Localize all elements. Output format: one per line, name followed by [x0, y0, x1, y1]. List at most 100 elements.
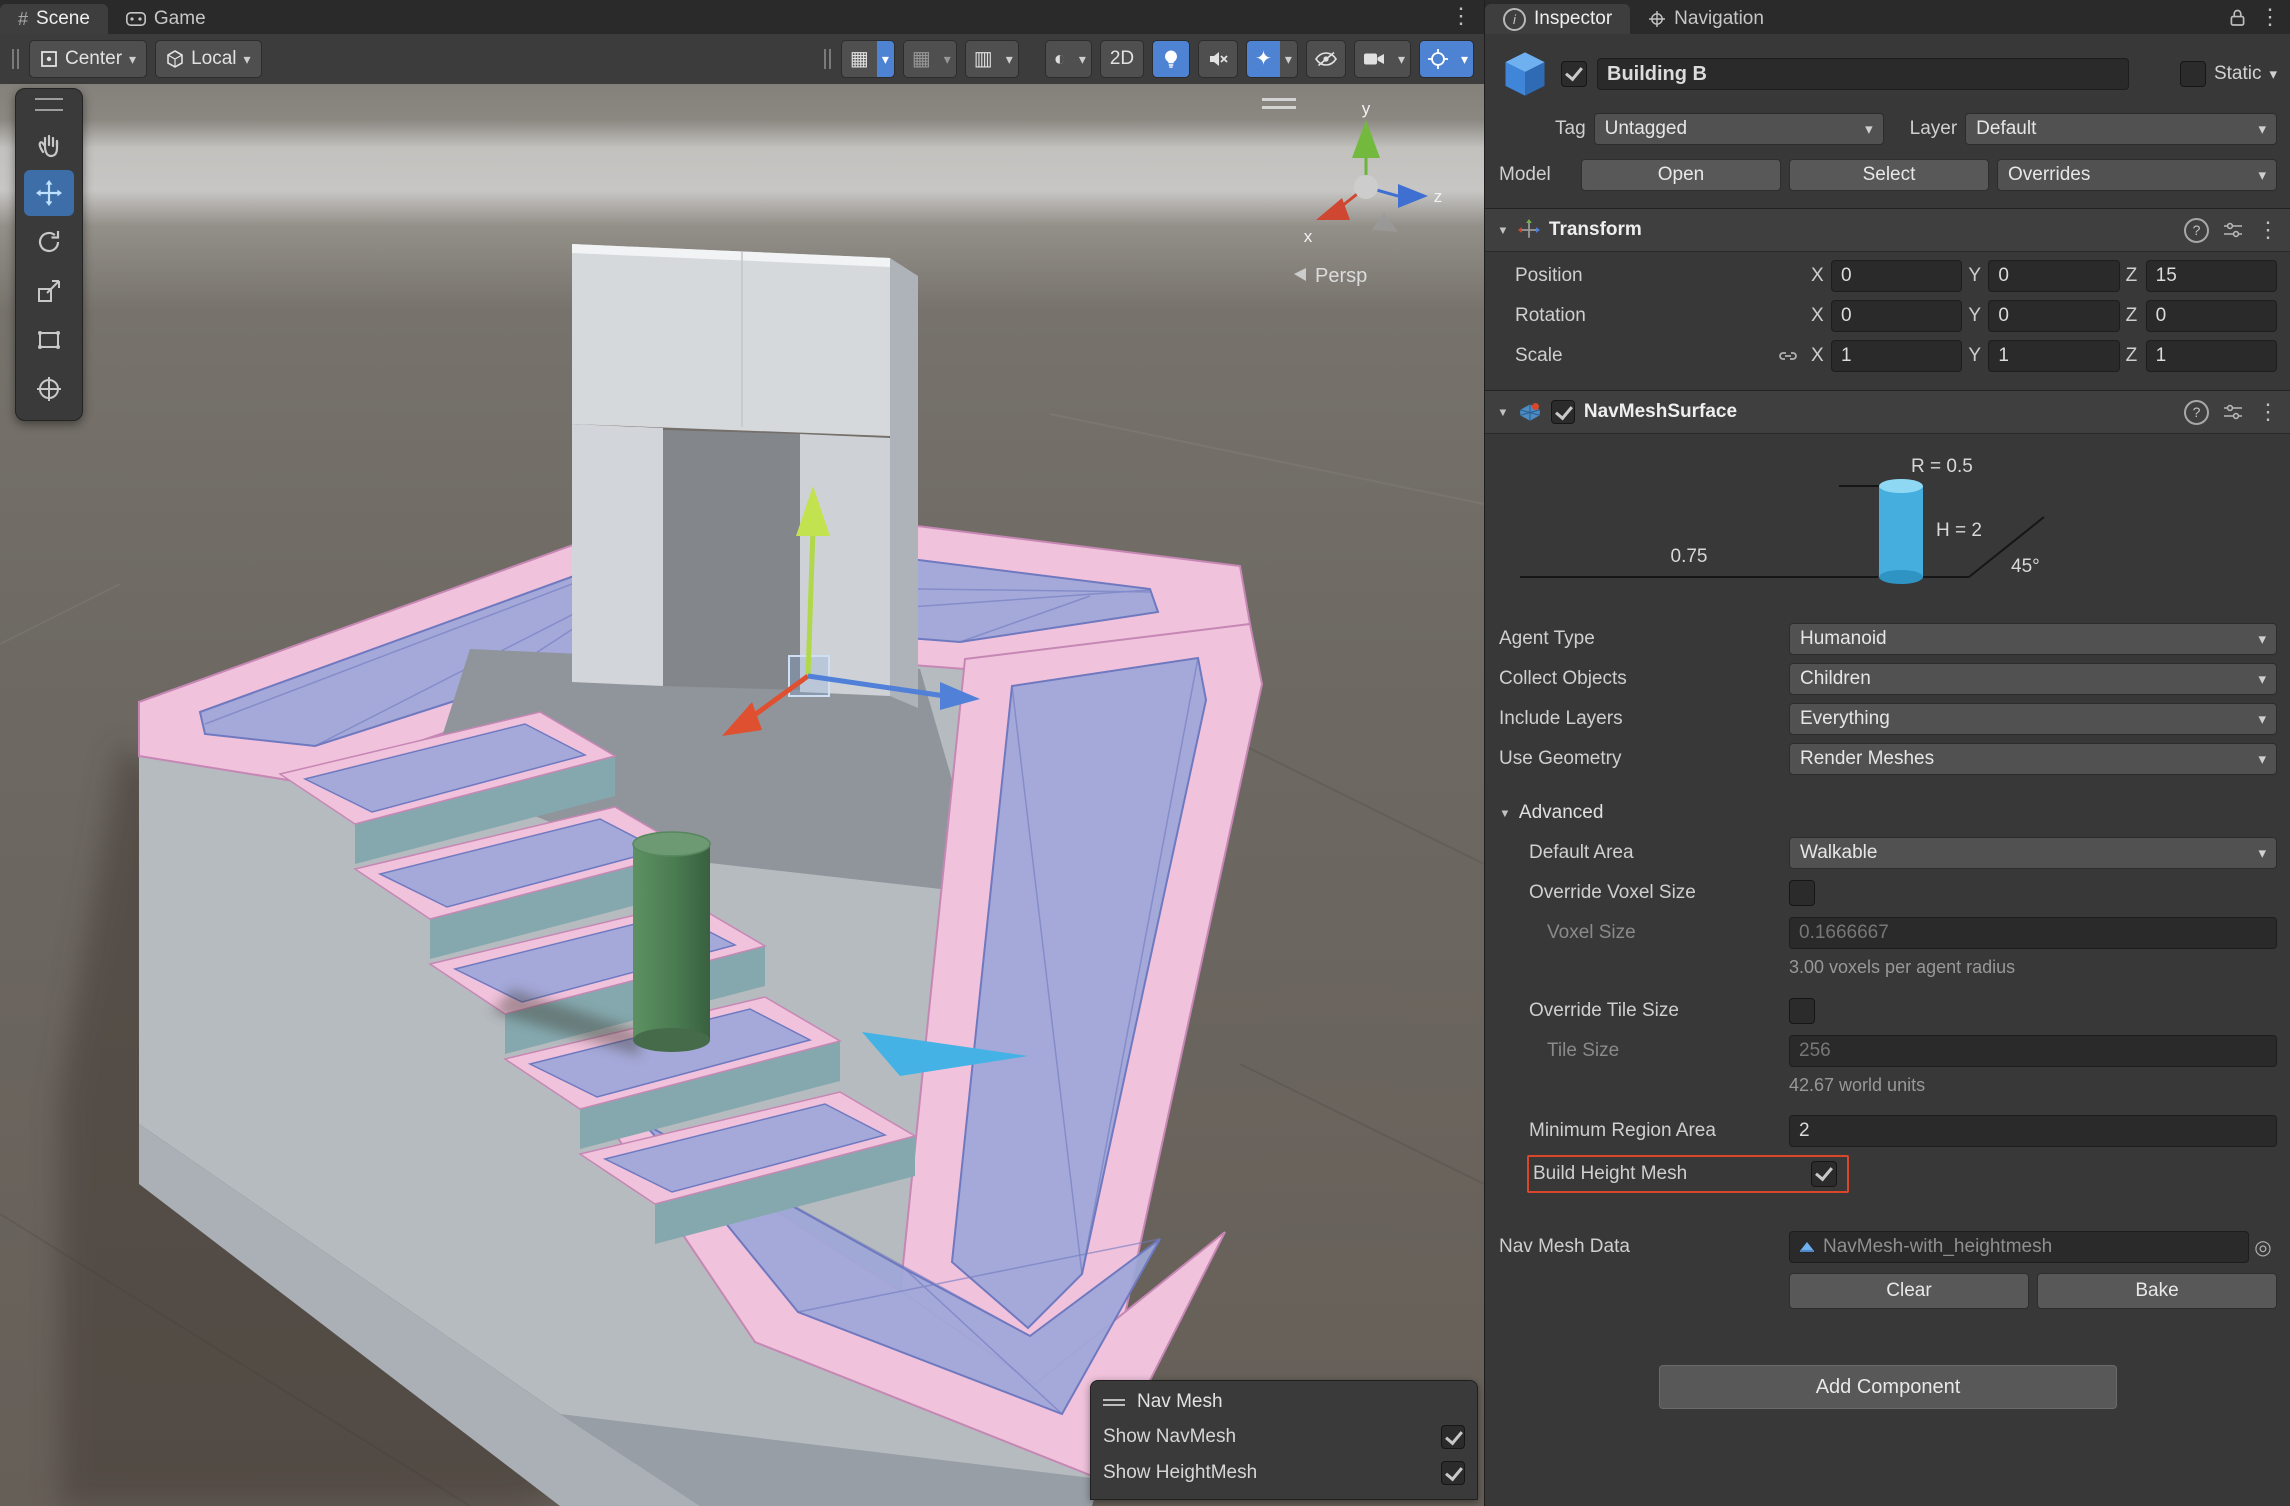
toolbar-drag-handle-icon[interactable]	[822, 49, 833, 69]
default-area-dropdown[interactable]: Walkable ▾	[1789, 837, 2277, 869]
help-icon[interactable]: ?	[2184, 218, 2209, 243]
scale-tool-button[interactable]	[24, 268, 74, 314]
tab-inspector[interactable]: i Inspector	[1485, 4, 1630, 34]
shading-mode-split-button[interactable]: ◐ ▾	[1045, 40, 1092, 78]
navmeshsurface-component-header[interactable]: ▼ NavMeshSurface ? ⋮	[1485, 390, 2290, 434]
position-x-input[interactable]: 0	[1831, 260, 1962, 292]
snap-options-caret-icon[interactable]: ▾	[939, 41, 956, 77]
build-height-mesh-checkbox[interactable]	[1811, 1161, 1837, 1187]
camera-icon[interactable]	[1355, 41, 1393, 77]
rotation-x-input[interactable]: 0	[1831, 300, 1962, 332]
scene-effects-split-button[interactable]: ✦ ▾	[1246, 40, 1298, 78]
component-menu-icon[interactable]: ⋮	[2257, 401, 2279, 423]
scale-link-icon[interactable]	[1771, 350, 1805, 362]
scale-x-input[interactable]: 1	[1831, 340, 1962, 372]
snap-increment-caret-icon[interactable]: ▾	[1001, 41, 1018, 77]
rotate-tool-button[interactable]	[24, 219, 74, 265]
scene-viewport[interactable]: y x z Persp Nav Mesh Show NavMesh	[0, 84, 1484, 1506]
scale-y-input[interactable]: 1	[1988, 340, 2119, 372]
override-voxel-checkbox[interactable]	[1789, 880, 1815, 906]
show-navmesh-checkbox[interactable]	[1441, 1425, 1465, 1449]
palette-drag-handle-icon[interactable]	[35, 98, 63, 111]
move-tool-button[interactable]	[24, 170, 74, 216]
component-enabled-checkbox[interactable]	[1551, 400, 1575, 424]
include-layers-dropdown[interactable]: Everything ▾	[1789, 703, 2277, 735]
scene-camera-split-button[interactable]: ▾	[1354, 40, 1411, 78]
component-menu-icon[interactable]: ⋮	[2257, 219, 2279, 241]
help-icon[interactable]: ?	[2184, 400, 2209, 425]
transform-tool-button[interactable]	[24, 366, 74, 412]
add-component-button[interactable]: Add Component	[1659, 1365, 2117, 1409]
toolbar-drag-handle-icon[interactable]	[10, 49, 21, 69]
override-tile-checkbox[interactable]	[1789, 998, 1815, 1024]
scene-audio-toggle-button[interactable]	[1198, 40, 1238, 78]
scene-viewport-canvas[interactable]: y x z Persp	[0, 84, 1484, 1506]
view-orientation-gizmo[interactable]: y x z Persp	[1294, 99, 1442, 287]
effects-sparkle-icon[interactable]: ✦	[1247, 41, 1280, 77]
foldout-arrow-icon[interactable]: ▼	[1497, 223, 1508, 236]
show-heightmesh-checkbox[interactable]	[1441, 1461, 1465, 1485]
rect-tool-button[interactable]	[24, 317, 74, 363]
2d-toggle-button[interactable]: 2D	[1100, 40, 1144, 78]
chevron-down-icon: ▾	[243, 51, 250, 68]
snap-grid-icon[interactable]: ▦	[904, 41, 939, 77]
grid-options-caret-icon[interactable]: ▾	[877, 41, 894, 77]
scale-z-input[interactable]: 1	[2146, 340, 2277, 372]
presets-icon[interactable]	[2223, 404, 2243, 420]
position-y-input[interactable]: 0	[1988, 260, 2119, 292]
transform-component-header[interactable]: ▼ Transform ? ⋮	[1485, 208, 2290, 252]
clear-button[interactable]: Clear	[1789, 1273, 2029, 1309]
shading-caret-icon[interactable]: ▾	[1074, 41, 1091, 77]
static-checkbox[interactable]	[2180, 61, 2206, 87]
collect-objects-dropdown[interactable]: Children ▾	[1789, 663, 2277, 695]
lock-icon[interactable]	[2230, 8, 2245, 27]
overrides-dropdown[interactable]: Overrides ▾	[1997, 159, 2277, 191]
axis-y-label: Y	[1968, 345, 1981, 367]
use-geometry-dropdown[interactable]: Render Meshes ▾	[1789, 743, 2277, 775]
object-picker-icon[interactable]: ◎	[2249, 1235, 2277, 1260]
gameobject-active-checkbox[interactable]	[1561, 61, 1587, 87]
min-region-input[interactable]: 2	[1789, 1115, 2277, 1147]
agent-type-dropdown[interactable]: Humanoid ▾	[1789, 623, 2277, 655]
static-flags-caret-icon[interactable]: ▾	[2269, 65, 2277, 83]
presets-icon[interactable]	[2223, 222, 2243, 238]
camera-caret-icon[interactable]: ▾	[1393, 41, 1410, 77]
tool-handle-rotation-dropdown[interactable]: Local ▾	[155, 40, 261, 78]
scene-visibility-toggle-button[interactable]	[1306, 40, 1346, 78]
gizmo-axis-z-label: z	[1434, 187, 1443, 206]
collect-objects-value: Children	[1800, 668, 1871, 690]
snap-increment-split-button[interactable]: ▥ ▾	[965, 40, 1019, 78]
rotation-label: Rotation	[1499, 305, 1765, 327]
model-select-button[interactable]: Select	[1789, 159, 1989, 191]
grid-visibility-split-button[interactable]: ▦ ▾	[841, 40, 895, 78]
gizmos-toggle-split-button[interactable]: ▾	[1419, 40, 1474, 78]
tab-scene[interactable]: # Scene	[0, 4, 108, 34]
gameobject-name-input[interactable]: Building B	[1597, 58, 2129, 90]
gizmo-crosshair-icon[interactable]	[1420, 41, 1456, 77]
tab-navigation[interactable]: Navigation	[1630, 4, 1782, 34]
view-hand-tool-button[interactable]	[24, 121, 74, 167]
scene-tab-menu-icon[interactable]: ⋮	[1450, 5, 1472, 27]
gizmos-caret-icon[interactable]: ▾	[1456, 41, 1473, 77]
layer-dropdown[interactable]: Default ▾	[1965, 113, 2277, 145]
shaded-sphere-icon[interactable]: ◐	[1046, 41, 1074, 77]
rotation-y-input[interactable]: 0	[1988, 300, 2119, 332]
tag-dropdown[interactable]: Untagged ▾	[1594, 113, 1884, 145]
tab-game[interactable]: Game	[108, 4, 224, 34]
tool-handle-pivot-dropdown[interactable]: Center ▾	[29, 40, 147, 78]
rotation-z-input[interactable]: 0	[2146, 300, 2277, 332]
overlay-drag-handle-icon[interactable]	[1103, 1396, 1125, 1409]
nav-mesh-data-field[interactable]: NavMesh-with_heightmesh	[1789, 1231, 2249, 1263]
effects-caret-icon[interactable]: ▾	[1280, 41, 1297, 77]
model-open-button[interactable]: Open	[1581, 159, 1781, 191]
foldout-arrow-icon[interactable]: ▼	[1497, 405, 1508, 418]
advanced-foldout[interactable]: ▼ Advanced	[1499, 793, 2277, 833]
grid-snap-split-button[interactable]: ▦ ▾	[903, 40, 957, 78]
position-z-input[interactable]: 15	[2146, 260, 2277, 292]
grid-icon[interactable]: ▦	[842, 41, 877, 77]
overlay-collapsed-handle[interactable]	[1262, 98, 1296, 114]
scene-lighting-toggle-button[interactable]	[1152, 40, 1190, 78]
ruler-icon[interactable]: ▥	[966, 41, 1001, 77]
inspector-menu-icon[interactable]: ⋮	[2259, 6, 2281, 28]
bake-button[interactable]: Bake	[2037, 1273, 2277, 1309]
